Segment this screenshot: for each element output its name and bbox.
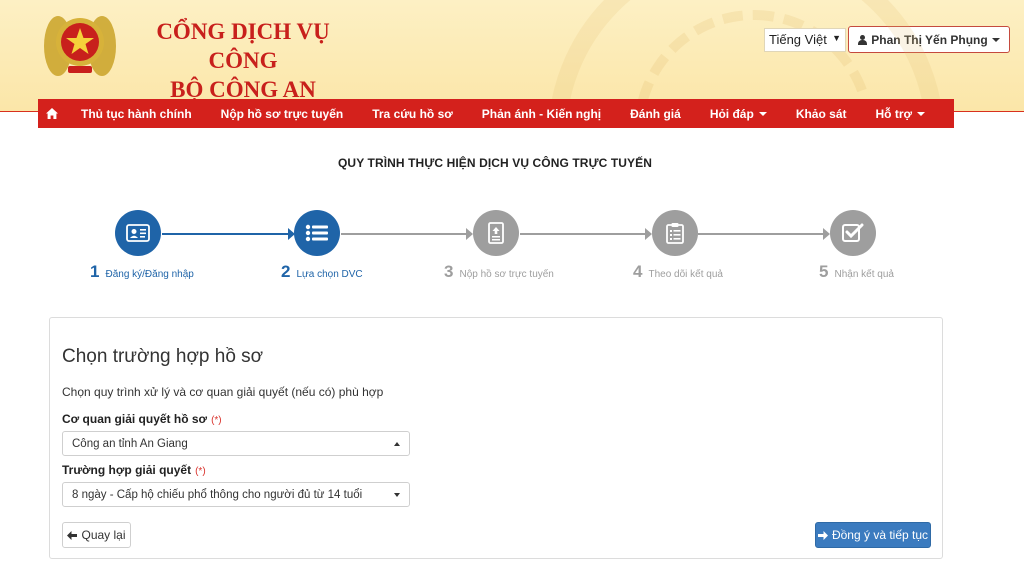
step-2-label: 2 Lựa chọn DVC — [281, 262, 363, 282]
step-number: 3 — [444, 262, 454, 281]
site-title-line1: CỔNG DỊCH VỤ CÔNG — [156, 19, 330, 73]
check-square-icon — [842, 223, 864, 242]
list-icon — [305, 224, 328, 242]
nav-item-nop-ho-so[interactable]: Nộp hồ sơ trực tuyến — [221, 99, 344, 128]
step-number: 4 — [633, 262, 643, 281]
nav-item-khao-sat[interactable]: Khảo sát — [796, 99, 847, 128]
caret-up-icon — [394, 442, 400, 446]
nav-item-tra-cuu[interactable]: Tra cứu hồ sơ — [372, 99, 453, 128]
process-steps: 1 Đăng ký/Đăng nhập 2 Lựa chọn DVC 3 Nộp… — [0, 200, 1024, 290]
nav-item-thu-tuc[interactable]: Thủ tục hành chính — [81, 99, 192, 128]
nav-item-danh-gia[interactable]: Đánh giá — [630, 99, 681, 128]
step-5-circle — [830, 210, 876, 256]
step-number: 5 — [819, 262, 829, 281]
step-3-label: 3 Nộp hồ sơ trực tuyến — [444, 262, 554, 282]
step-4-circle — [652, 210, 698, 256]
panel-description: Chọn quy trình xử lý và cơ quan giải quy… — [62, 385, 384, 399]
user-name: Phan Thị Yến Phụng — [871, 32, 988, 47]
nav-label: Hỗ trợ — [875, 106, 913, 121]
caret-down-icon — [758, 111, 767, 116]
process-title: QUY TRÌNH THỰC HIỆN DỊCH VỤ CÔNG TRỰC TU… — [338, 156, 652, 170]
case-selection-panel: Chọn trường hợp hồ sơ Chọn quy trình xử … — [49, 317, 943, 559]
step-text: Nhận kết quả — [834, 269, 894, 280]
caret-down-icon — [394, 493, 400, 497]
nav-label: Hỏi đáp — [709, 106, 754, 121]
agree-continue-label: Đồng ý và tiếp tục — [831, 528, 929, 542]
panel-heading: Chọn trường hợp hồ sơ — [62, 346, 264, 367]
nav-label: Đánh giá — [630, 106, 681, 121]
agency-field-label: Cơ quan giải quyết hồ sơ (*) — [62, 412, 222, 426]
language-value: Tiếng Việt — [769, 32, 827, 47]
back-button-label: Quay lại — [81, 528, 126, 542]
arrow-right-icon — [817, 530, 828, 540]
id-card-icon — [126, 224, 150, 242]
step-text: Lựa chọn DVC — [296, 269, 363, 280]
clipboard-icon — [666, 223, 684, 244]
step-number: 2 — [281, 262, 291, 281]
case-field-label: Trường hợp giải quyết (*) — [62, 463, 206, 477]
nav-label: Nộp hồ sơ trực tuyến — [220, 106, 344, 121]
required-mark: (*) — [195, 466, 206, 477]
arrow-left-icon — [67, 530, 78, 540]
step-4-label: 4 Theo dõi kết quả — [633, 262, 723, 282]
arrow-right-icon — [645, 228, 652, 240]
required-mark: (*) — [211, 415, 222, 426]
nav-label: Tra cứu hồ sơ — [372, 106, 453, 121]
site-header: CỔNG DỊCH VỤ CÔNG BỘ CÔNG AN Tiếng Việt … — [0, 0, 1024, 112]
nav-label: Thủ tục hành chính — [81, 106, 192, 121]
step-connector — [341, 233, 468, 235]
user-menu-button[interactable]: Phan Thị Yến Phụng — [848, 26, 1010, 53]
agree-continue-button[interactable]: Đồng ý và tiếp tục — [815, 522, 931, 548]
nav-item-phan-anh[interactable]: Phản ánh - Kiến nghị — [482, 99, 601, 128]
nav-item-ho-tro[interactable]: Hỗ trợ — [876, 99, 926, 128]
step-connector — [162, 233, 290, 235]
home-icon — [46, 108, 58, 119]
case-select-value: 8 ngày - Cấp hộ chiếu phổ thông cho ngườ… — [72, 489, 363, 501]
agency-select-value: Công an tỉnh An Giang — [72, 438, 188, 450]
step-2-circle — [294, 210, 340, 256]
case-select[interactable]: 8 ngày - Cấp hộ chiếu phổ thông cho ngườ… — [62, 482, 410, 507]
step-1-circle — [115, 210, 161, 256]
back-button[interactable]: Quay lại — [62, 522, 131, 548]
arrow-right-icon — [823, 228, 830, 240]
nav-label: Khảo sát — [795, 106, 847, 121]
step-text: Theo dõi kết quả — [648, 269, 723, 280]
step-connector — [520, 233, 647, 235]
main-navigation: Thủ tục hành chính Nộp hồ sơ trực tuyến … — [38, 99, 954, 128]
case-label-text: Trường hợp giải quyết — [62, 463, 192, 477]
step-3-circle — [473, 210, 519, 256]
step-number: 1 — [90, 262, 100, 281]
agency-label-text: Cơ quan giải quyết hồ sơ — [62, 412, 208, 426]
chevron-down-icon: ▼ — [832, 33, 841, 43]
arrow-right-icon — [466, 228, 473, 240]
language-select[interactable]: Tiếng Việt ▼ — [764, 28, 846, 52]
nav-label: Phản ánh - Kiến nghị — [481, 106, 602, 121]
step-text: Đăng ký/Đăng nhập — [105, 269, 194, 280]
caret-down-icon — [991, 37, 1000, 42]
police-emblem-logo[interactable] — [38, 10, 122, 80]
step-5-label: 5 Nhận kết quả — [819, 262, 894, 282]
caret-down-icon — [917, 111, 926, 116]
step-connector — [698, 233, 825, 235]
document-upload-icon — [488, 222, 504, 244]
nav-item-hoi-dap[interactable]: Hỏi đáp — [710, 99, 767, 128]
home-button[interactable] — [38, 99, 66, 128]
site-title: CỔNG DỊCH VỤ CÔNG BỘ CÔNG AN — [138, 17, 348, 104]
agency-select[interactable]: Công an tỉnh An Giang — [62, 431, 410, 456]
user-icon — [858, 34, 868, 45]
step-text: Nộp hồ sơ trực tuyến — [459, 269, 554, 280]
step-1-label: 1 Đăng ký/Đăng nhập — [90, 262, 194, 282]
